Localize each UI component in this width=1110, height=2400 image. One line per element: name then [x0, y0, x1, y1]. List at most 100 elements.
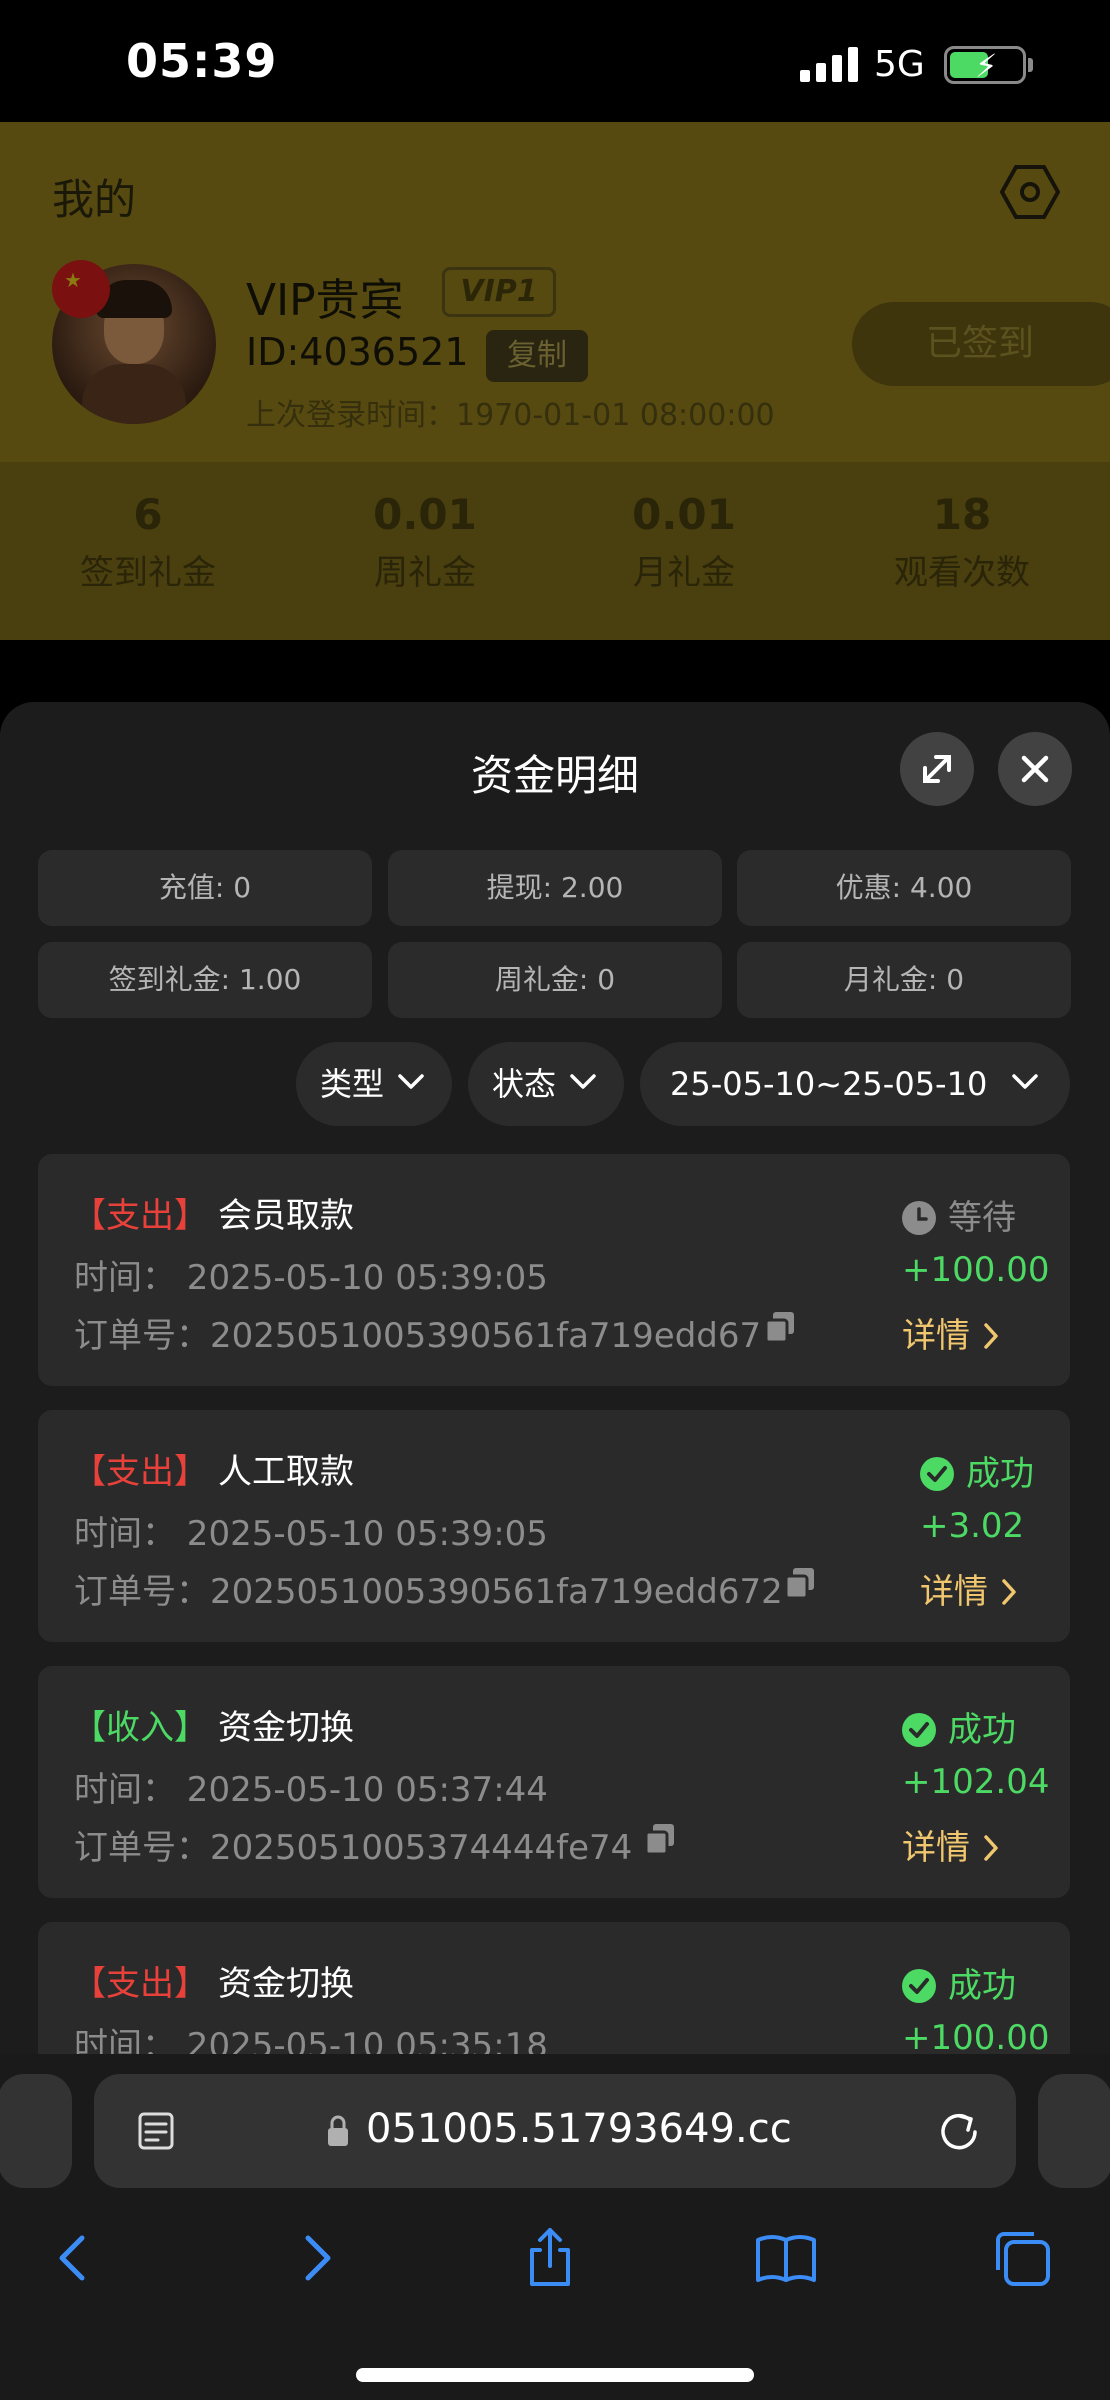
vip-level-badge: VIP1 — [442, 267, 556, 317]
type-filter[interactable]: 类型 — [296, 1042, 452, 1126]
chevron-down-icon — [398, 1074, 424, 1089]
user-id: ID:4036521 — [246, 330, 469, 374]
record-detail-link[interactable]: 详情 — [902, 1308, 1001, 1357]
record-name: 资金切换 — [218, 1964, 354, 2004]
check-circle-icon — [902, 1969, 936, 2003]
profile-header: 我的 ★ VIP贵宾 VIP1 ID:4036521 复制 上次登录时间：197… — [0, 122, 1110, 462]
status-time: 05:39 — [126, 34, 278, 88]
stats-bar: 6 签到礼金 0.01 周礼金 0.01 月礼金 18 观看次数 — [0, 462, 1110, 640]
transaction-record[interactable]: 【收入】 资金切换 时间： 2025-05-10 05:37:44 订单号：20… — [38, 1666, 1070, 1898]
stat-item[interactable]: 0.01 月礼金 — [574, 490, 794, 594]
transaction-record[interactable]: 【支出】 会员取款 时间： 2025-05-10 05:39:05 订单号：20… — [38, 1154, 1070, 1386]
stat-label: 月礼金 — [633, 553, 735, 593]
record-status: 等待 — [902, 1190, 1016, 1239]
tabs-icon[interactable] — [990, 2226, 1054, 2290]
close-icon — [1021, 755, 1049, 783]
stat-label: 周礼金 — [374, 553, 476, 593]
record-status-text: 成功 — [948, 1710, 1016, 1750]
copy-icon[interactable] — [784, 1566, 816, 1600]
stat-item[interactable]: 18 观看次数 — [852, 490, 1072, 594]
summary-withdraw: 提现: 2.00 — [388, 850, 722, 926]
lock-icon — [328, 2115, 348, 2146]
close-button[interactable] — [998, 732, 1072, 806]
back-icon[interactable] — [42, 2226, 106, 2290]
next-tab[interactable] — [1038, 2074, 1110, 2188]
record-time: 时间： 2025-05-10 05:39:05 — [74, 1258, 548, 1298]
record-amount: +102.04 — [902, 1762, 1050, 1802]
summary-recharge: 充值: 0 — [38, 850, 372, 926]
network-type: 5G — [874, 44, 925, 85]
stat-value: 0.01 — [373, 490, 477, 539]
chevron-right-icon — [1002, 1579, 1016, 1605]
record-type-tag: 【支出】 — [72, 1452, 208, 1492]
record-amount: +100.00 — [902, 2018, 1050, 2054]
chevron-down-icon — [570, 1074, 596, 1089]
address-bar[interactable]: 051005.51793649.cc — [94, 2074, 1016, 2188]
bookmarks-icon[interactable] — [754, 2226, 818, 2290]
record-amount: +100.00 — [902, 1250, 1050, 1290]
copy-id-button[interactable]: 复制 — [486, 330, 588, 382]
check-circle-icon — [920, 1457, 954, 1491]
record-order-no: 订单号：2025051005374444fe74 — [74, 1828, 633, 1868]
reader-icon[interactable] — [136, 2110, 180, 2154]
status-filter-label: 状态 — [492, 1065, 557, 1103]
record-type-tag: 【支出】 — [72, 1964, 208, 2004]
last-login-time: 上次登录时间：1970-01-01 08:00:00 — [246, 398, 775, 433]
copy-icon[interactable] — [644, 1822, 676, 1856]
page-title: 我的 — [52, 175, 137, 224]
chevron-down-icon — [1012, 1074, 1038, 1089]
detail-label: 详情 — [920, 1572, 988, 1612]
record-order-no: 订单号：2025051005390561fa719edd67 — [74, 1316, 762, 1356]
browser-chrome: 051005.51793649.cc — [0, 2054, 1110, 2400]
summary-discount: 优惠: 4.00 — [737, 850, 1071, 926]
expand-icon — [923, 755, 951, 783]
home-indicator — [356, 2368, 754, 2382]
stat-label: 观看次数 — [894, 553, 1030, 593]
record-status: 成功 — [920, 1446, 1034, 1495]
record-status: 成功 — [902, 1958, 1016, 2007]
record-order-no: 订单号：2025051005390561fa719edd672 — [74, 1572, 783, 1612]
flag-icon: ★ — [52, 260, 110, 318]
date-range-label: 25-05-10~25-05-10 — [670, 1065, 988, 1103]
summary-monthly-bonus: 月礼金: 0 — [737, 942, 1071, 1018]
stat-value: 0.01 — [632, 490, 736, 539]
copy-icon[interactable] — [764, 1310, 796, 1344]
record-type-tag: 【支出】 — [72, 1196, 208, 1236]
profile-page: 我的 ★ VIP贵宾 VIP1 ID:4036521 复制 上次登录时间：197… — [0, 122, 1110, 702]
transaction-record[interactable]: 【支出】 人工取款 时间： 2025-05-10 05:39:05 订单号：20… — [38, 1410, 1070, 1642]
url-text: 051005.51793649.cc — [366, 2106, 792, 2152]
chevron-right-icon — [984, 1323, 998, 1349]
record-status-text: 等待 — [948, 1198, 1016, 1238]
record-detail-link[interactable]: 详情 — [920, 1564, 1019, 1613]
detail-label: 详情 — [902, 1316, 970, 1356]
stat-item[interactable]: 6 签到礼金 — [38, 490, 258, 594]
record-time: 时间： 2025-05-10 05:37:44 — [74, 1770, 548, 1810]
expand-button[interactable] — [900, 732, 974, 806]
battery-tip — [1028, 58, 1033, 72]
transaction-record[interactable]: 【支出】 资金切换 时间： 2025-05-10 05:35:18 成功 +10… — [38, 1922, 1070, 2054]
type-filter-label: 类型 — [320, 1065, 385, 1103]
detail-label: 详情 — [902, 1828, 970, 1868]
stat-label: 签到礼金 — [80, 553, 216, 593]
record-name: 资金切换 — [218, 1708, 354, 1748]
signed-in-button[interactable]: 已签到 — [852, 302, 1110, 386]
stat-item[interactable]: 0.01 周礼金 — [315, 490, 535, 594]
reload-icon[interactable] — [934, 2106, 984, 2156]
record-status-text: 成功 — [948, 1966, 1016, 2006]
date-range-filter[interactable]: 25-05-10~25-05-10 — [640, 1042, 1070, 1126]
record-name: 会员取款 — [218, 1196, 354, 1236]
status-bar: 05:39 5G ⚡ — [0, 0, 1110, 122]
record-name: 人工取款 — [218, 1452, 354, 1492]
previous-tab[interactable] — [0, 2074, 72, 2188]
signal-icon — [800, 46, 858, 82]
stat-value: 18 — [932, 490, 992, 539]
clock-icon — [902, 1201, 936, 1235]
forward-icon[interactable] — [284, 2226, 348, 2290]
record-detail-link[interactable]: 详情 — [902, 1820, 1001, 1869]
battery-icon: ⚡ — [944, 46, 1026, 85]
status-filter[interactable]: 状态 — [468, 1042, 624, 1126]
record-status-text: 成功 — [966, 1454, 1034, 1494]
share-icon[interactable] — [518, 2226, 582, 2290]
settings-icon[interactable] — [1000, 162, 1060, 222]
record-status: 成功 — [902, 1702, 1016, 1751]
